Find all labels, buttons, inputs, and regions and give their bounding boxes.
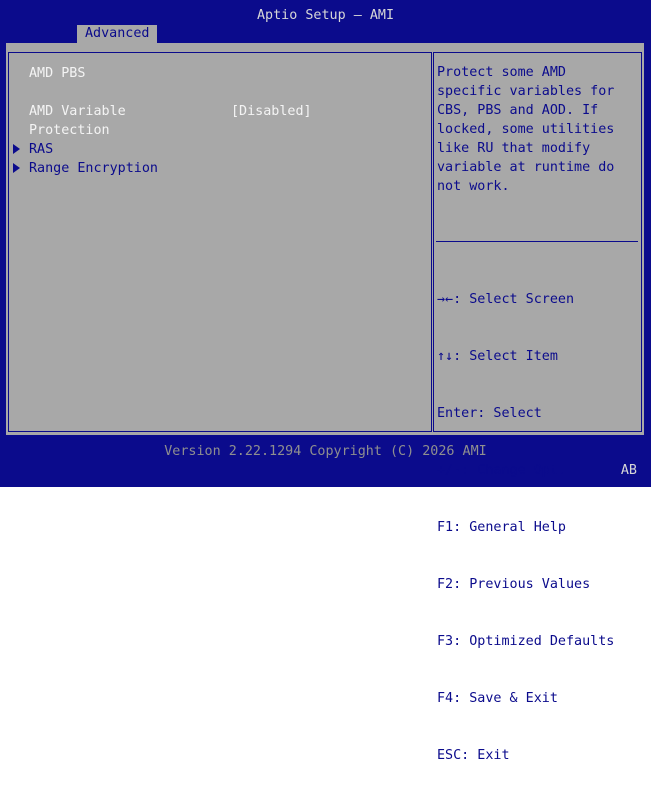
footer-badge: AB [620, 463, 637, 478]
setting-label: AMD Variable [29, 104, 126, 119]
key-select-item: ↑↓: Select Item [437, 349, 558, 364]
content-area: AMD PBS AMD Variable Protection [Disable… [6, 43, 644, 763]
key-enter: Enter: Select [437, 406, 542, 421]
setting-label-continued: Protection [29, 123, 110, 138]
key-change-option: +/-: Change Opt. [437, 463, 566, 478]
submenu-label: Range Encryption [29, 161, 158, 176]
help-line: locked, some utilities [437, 122, 615, 137]
key-previous-values: F2: Previous Values [437, 577, 591, 592]
version-footer: Version 2.22.1294 Copyright (C) 2026 AMI [164, 444, 487, 459]
key-optimized-defaults: F3: Optimized Defaults [437, 634, 615, 649]
help-line: CBS, PBS and AOD. If [437, 103, 599, 118]
submenu-arrow-icon [13, 144, 20, 154]
bios-window: Aptio Setup – AMI Advanced AMD PBS AMD V… [0, 0, 651, 763]
help-divider [436, 241, 638, 242]
help-line: variable at runtime do [437, 160, 615, 175]
key-general-help: F1: General Help [437, 520, 566, 535]
key-legend: →←: Select Screen ↑↓: Select Item Enter:… [437, 252, 614, 803]
submenu-arrow-icon [13, 163, 20, 173]
help-pane: Protect some AMD specific variables for … [433, 52, 642, 763]
help-line: Protect some AMD [437, 65, 566, 80]
key-select-screen: →←: Select Screen [437, 292, 575, 307]
key-save-exit: F4: Save & Exit [437, 691, 558, 706]
settings-pane: AMD PBS AMD Variable Protection [Disable… [8, 52, 432, 432]
setting-value[interactable]: [Disabled] [231, 102, 312, 121]
section-title: AMD PBS [29, 66, 86, 81]
help-line: specific variables for [437, 84, 615, 99]
help-line: not work. [437, 179, 510, 194]
help-line: like RU that modify [437, 141, 591, 156]
window-title: Aptio Setup – AMI [256, 8, 395, 23]
tab-advanced[interactable]: Advanced [77, 25, 157, 43]
help-text: Protect some AMD specific variables for … [437, 63, 637, 196]
submenu-label: RAS [29, 142, 54, 157]
key-exit: ESC: Exit [437, 748, 510, 763]
